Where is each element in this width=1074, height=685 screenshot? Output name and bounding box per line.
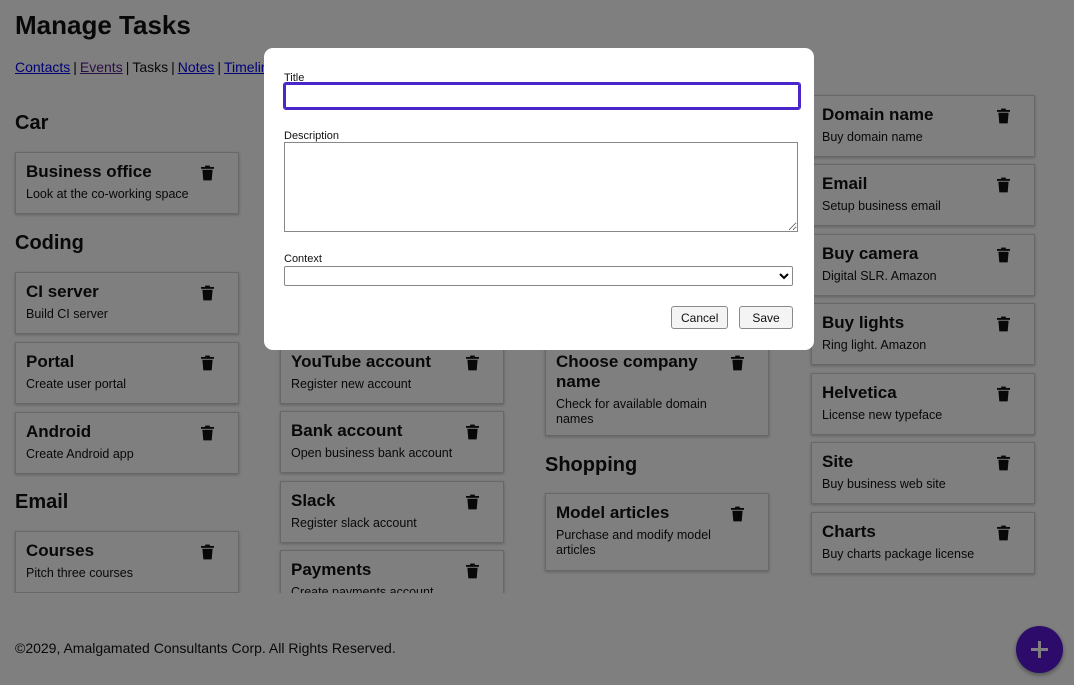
description-label: Description [284, 130, 340, 142]
title-input[interactable] [283, 82, 801, 110]
cancel-button[interactable]: Cancel [671, 306, 729, 329]
save-button[interactable]: Save [739, 306, 793, 329]
context-select[interactable] [284, 266, 793, 286]
context-label: Context [284, 253, 322, 265]
task-dialog: Title Description Context Cancel Save [264, 48, 814, 350]
description-textarea[interactable] [284, 142, 798, 232]
